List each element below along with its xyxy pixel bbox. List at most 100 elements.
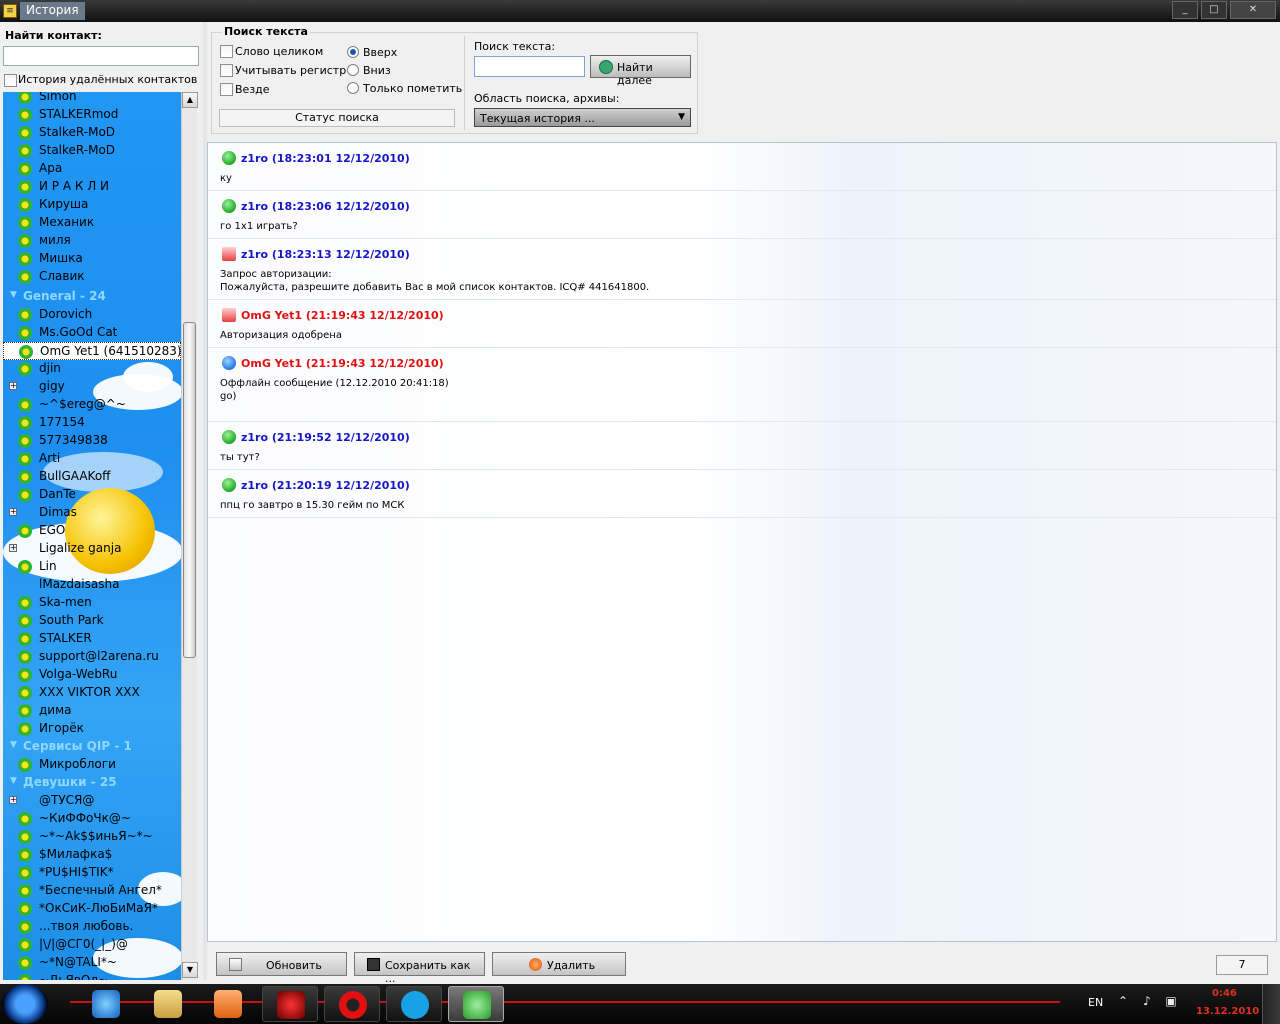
contact-item[interactable]: Микроблоги <box>3 756 181 774</box>
contact-item[interactable]: Simon <box>3 92 181 106</box>
whole-word-checkbox[interactable] <box>220 45 233 58</box>
contact-item[interactable]: ~*~Ak$$иньЯ~*~ <box>3 828 181 846</box>
status-flower-icon <box>18 668 32 682</box>
find-contact-input[interactable] <box>3 46 199 66</box>
contact-item[interactable]: дима <box>3 702 181 720</box>
taskbar-ie[interactable] <box>78 986 134 1022</box>
message-history[interactable]: z1ro (18:23:01 12/12/2010) ку z1ro (18:23:… <box>207 142 1277 942</box>
contact-item[interactable]: *Беспечный Ангел* <box>3 882 181 900</box>
start-button[interactable] <box>2 984 48 1024</box>
contact-item[interactable]: support@l2arena.ru <box>3 648 181 666</box>
show-desktop-button[interactable] <box>1262 984 1280 1024</box>
network-icon[interactable]: ▣ <box>1162 994 1180 1012</box>
group-girls[interactable]: ▼ Девушки - 25 <box>3 774 181 792</box>
language-indicator[interactable]: EN <box>1088 996 1103 1009</box>
contact-item[interactable]: Dorovich <box>3 306 181 324</box>
taskbar-explorer[interactable] <box>140 986 196 1022</box>
contact-item[interactable]: Игорёк <box>3 720 181 738</box>
contact-item[interactable]: XXX VIKTOR XXX <box>3 684 181 702</box>
contact-item[interactable]: DanTe <box>3 486 181 504</box>
minimize-button[interactable]: _ <box>1172 1 1198 19</box>
contact-item[interactable]: Славик <box>3 268 181 286</box>
group-general[interactable]: ▼ General - 24 <box>3 288 181 306</box>
taskbar-opera[interactable] <box>324 986 380 1022</box>
find-next-button[interactable]: Найти далее <box>590 55 691 87</box>
maximize-button[interactable]: □ <box>1201 1 1227 19</box>
contact-item[interactable]: 577349838 <box>3 432 181 450</box>
direction-down-radio[interactable] <box>347 64 359 76</box>
search-area-select[interactable]: Текущая история ... ▼ <box>474 108 691 127</box>
contact-item[interactable]: Lin <box>3 558 181 576</box>
status-flower-icon <box>18 144 32 158</box>
taskbar-qip[interactable] <box>448 986 504 1022</box>
scroll-up-button[interactable]: ▲ <box>182 92 198 108</box>
contact-item[interactable]: EGO <box>3 522 181 540</box>
contact-item[interactable]: миля <box>3 232 181 250</box>
contact-item[interactable]: STALKERmod <box>3 106 181 124</box>
contact-item[interactable]: Apa <box>3 160 181 178</box>
contact-item[interactable]: StalkeR-MoD <box>3 142 181 160</box>
contact-item[interactable]: StalkeR-MoD <box>3 124 181 142</box>
everywhere-checkbox[interactable] <box>220 83 233 96</box>
clock-date[interactable]: 13.12.2010 <box>1196 1006 1259 1017</box>
contact-name: OmG Yet1 (641510283) <box>40 344 181 358</box>
search-status-button[interactable]: Статус поиска <box>219 109 455 127</box>
contact-list[interactable]: Simon STALKERmod StalkeR-MoD StalkeR-MoD Apa… <box>3 92 181 980</box>
contact-item[interactable]: + Dimas <box>3 504 181 522</box>
contact-item[interactable]: Ska-men <box>3 594 181 612</box>
contact-item[interactable]: BullGAAKoff <box>3 468 181 486</box>
clock-time[interactable]: 0:46 <box>1212 988 1237 999</box>
contact-item[interactable]: djin <box>3 360 181 378</box>
contact-name: BullGAAKoff <box>39 469 111 483</box>
match-case-checkbox[interactable] <box>220 64 233 77</box>
group-services[interactable]: ▼ Сервисы QIP - 1 <box>3 738 181 756</box>
contact-item[interactable]: $Милафка$ <box>3 846 181 864</box>
close-button[interactable]: ✕ <box>1230 1 1276 19</box>
save-as-button[interactable]: Сохранить как ... <box>354 952 485 985</box>
taskbar-game[interactable] <box>262 986 318 1022</box>
contact-item[interactable]: lMazdaisasha <box>3 576 181 594</box>
contact-item[interactable]: ~ДьЯвОл~ <box>3 972 181 980</box>
expand-icon[interactable]: + <box>9 544 17 552</box>
taskbar-media[interactable] <box>200 986 256 1022</box>
contact-item[interactable]: Механик <box>3 214 181 232</box>
volume-icon[interactable]: ♪ <box>1138 994 1156 1012</box>
expand-icon[interactable]: + <box>9 508 17 516</box>
search-text-input[interactable] <box>474 56 585 77</box>
status-flower-icon <box>18 614 32 628</box>
contact-item[interactable]: *ОкСиК-ЛюБиМаЯ* <box>3 900 181 918</box>
contact-item[interactable]: + gigy <box>3 378 181 396</box>
contact-item[interactable]: OmG Yet1 (641510283) <box>3 342 181 360</box>
contact-item[interactable]: + @ТУСЯ@ <box>3 792 181 810</box>
direction-up-radio[interactable] <box>347 46 359 58</box>
contact-item[interactable]: Arti <box>3 450 181 468</box>
contact-item[interactable]: Ms.GoOd Cat <box>3 324 181 342</box>
delete-button[interactable]: Удалить <box>492 952 626 976</box>
contact-item[interactable]: И Р А К Л И <box>3 178 181 196</box>
contact-item[interactable]: Volga-WebRu <box>3 666 181 684</box>
tray-expand-icon[interactable]: ⌃ <box>1114 994 1132 1012</box>
contact-item[interactable]: ...твоя любовь. <box>3 918 181 936</box>
contact-item[interactable]: *PU$HI$TIK* <box>3 864 181 882</box>
contact-item[interactable]: STALKER <box>3 630 181 648</box>
contact-item[interactable]: ~КиФФоЧк@~ <box>3 810 181 828</box>
expand-icon[interactable]: + <box>9 796 17 804</box>
scroll-thumb[interactable] <box>183 322 196 658</box>
contact-item[interactable]: Мишка <box>3 250 181 268</box>
expand-icon[interactable]: + <box>9 382 17 390</box>
contact-item[interactable]: ~*N@TALI*~ <box>3 954 181 972</box>
contact-item[interactable]: ~^$ereg@^~ <box>3 396 181 414</box>
taskbar-skype[interactable] <box>386 986 442 1022</box>
status-flower-icon <box>18 632 32 646</box>
contact-item[interactable]: |\/|@СГ0(_|_)@ <box>3 936 181 954</box>
contact-item[interactable]: South Park <box>3 612 181 630</box>
contact-name: gigy <box>39 379 65 393</box>
mark-only-radio[interactable] <box>347 82 359 94</box>
contact-item[interactable]: + Ligalize ganja <box>3 540 181 558</box>
contact-list-scrollbar[interactable]: ▲ ▼ <box>181 92 198 980</box>
contact-item[interactable]: 177154 <box>3 414 181 432</box>
contact-item[interactable]: Кируша <box>3 196 181 214</box>
refresh-button[interactable]: Обновить <box>216 952 347 976</box>
scroll-down-button[interactable]: ▼ <box>182 962 198 978</box>
deleted-history-checkbox[interactable] <box>4 74 17 87</box>
